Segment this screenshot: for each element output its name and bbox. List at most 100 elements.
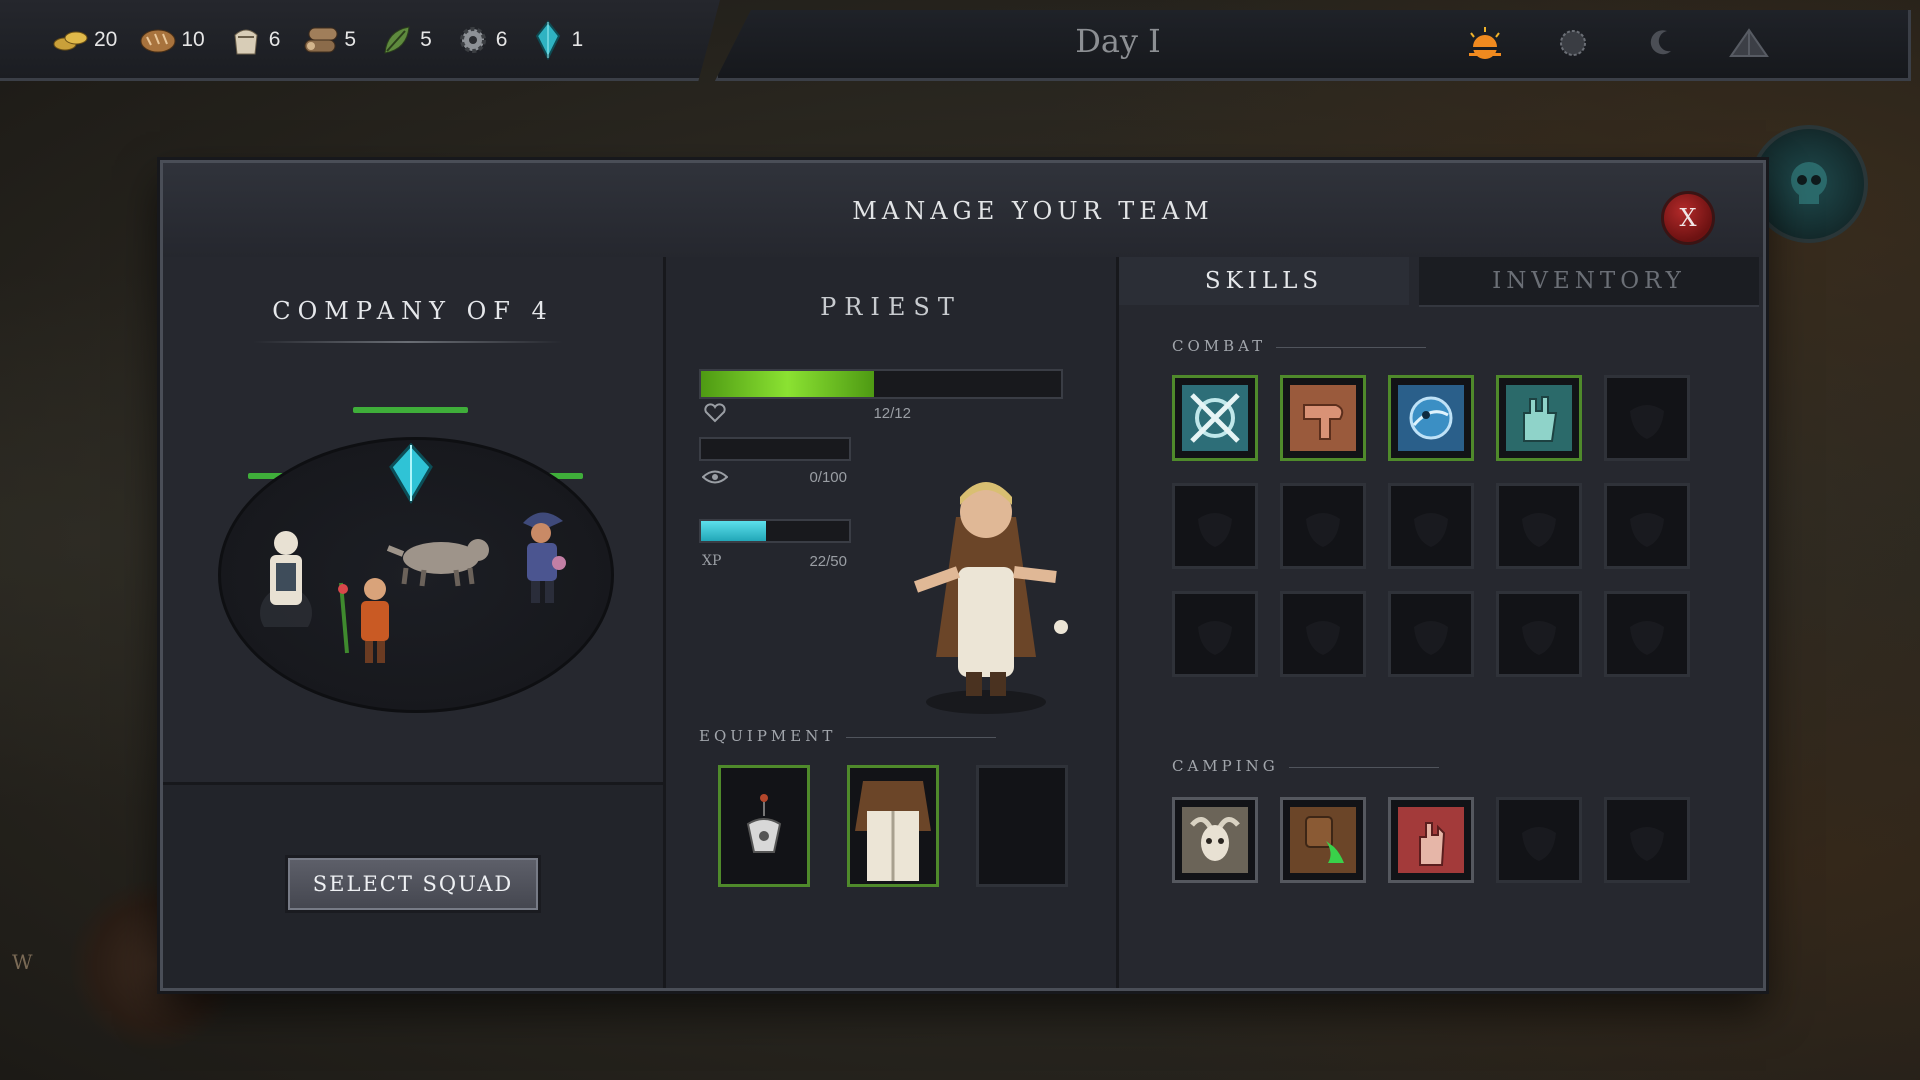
resource-value: 5 xyxy=(344,28,357,51)
equipment-slot-amulet[interactable] xyxy=(718,765,810,887)
empty-skill-slot[interactable] xyxy=(1172,591,1258,677)
empty-skill-slot[interactable] xyxy=(1280,591,1366,677)
section-divider xyxy=(1288,766,1439,768)
squad-actions: SELECT SQUAD xyxy=(163,782,663,988)
resource-gold: 20 xyxy=(50,20,117,60)
gold-coins-icon xyxy=(50,22,92,58)
tent-icon[interactable] xyxy=(1724,22,1774,64)
resource-crystal: 1 xyxy=(527,20,583,60)
heart-icon xyxy=(704,403,726,426)
tab-inventory[interactable]: INVENTORY xyxy=(1419,257,1759,307)
sunrise-icon[interactable] xyxy=(1460,22,1510,64)
resource-value: 20 xyxy=(94,28,118,51)
robe-icon xyxy=(850,768,936,884)
water-orb-icon xyxy=(1391,378,1471,458)
sun-icon[interactable] xyxy=(1548,22,1598,64)
awareness-value: 0/100 xyxy=(809,469,847,486)
empty-slot-icon xyxy=(1391,594,1471,674)
resource-value: 6 xyxy=(495,28,508,51)
empty-slot-icon xyxy=(1499,800,1579,880)
equipment-slot-robe[interactable] xyxy=(847,765,939,887)
skull-emblem-icon[interactable] xyxy=(1750,125,1868,243)
empty-slot-icon xyxy=(1607,800,1687,880)
empty-slot-icon xyxy=(1175,486,1255,566)
manage-team-panel: MANAGE YOUR TEAM X COMPANY OF 4 SELECT S… xyxy=(160,160,1766,991)
empty-skill-slot[interactable] xyxy=(1496,797,1582,883)
wood-logs-icon xyxy=(300,22,342,58)
squad-formation xyxy=(218,437,614,713)
xp-value: 22/50 xyxy=(809,553,847,570)
resource-value: 10 xyxy=(181,28,205,51)
empty-skill-slot[interactable] xyxy=(1604,797,1690,883)
amulet-icon xyxy=(721,768,807,884)
tab-skills[interactable]: SKILLS xyxy=(1119,257,1409,305)
xp-bar-track xyxy=(699,519,851,543)
resource-value: 5 xyxy=(420,28,432,51)
flour-sack-icon xyxy=(225,22,267,58)
empty-slot-icon xyxy=(1283,486,1363,566)
skill-slot[interactable] xyxy=(1496,375,1582,461)
skill-slot[interactable] xyxy=(1388,797,1474,883)
empty-slot-icon xyxy=(1607,378,1687,458)
eye-icon xyxy=(701,469,729,488)
rogue-unit[interactable] xyxy=(501,500,581,610)
empty-skill-slot[interactable] xyxy=(1604,375,1690,461)
xp-bar-fill xyxy=(701,521,767,541)
combat-label: COMBAT xyxy=(1172,337,1267,355)
pointing-hand-icon xyxy=(1283,378,1363,458)
skill-slot[interactable] xyxy=(1280,797,1366,883)
empty-skill-slot[interactable] xyxy=(1496,483,1582,569)
empty-skill-slot[interactable] xyxy=(1280,483,1366,569)
empty-slot-icon xyxy=(1607,486,1687,566)
skill-slot[interactable] xyxy=(1172,375,1258,461)
empty-slot-icon xyxy=(1175,594,1255,674)
herb-leaf-icon xyxy=(376,22,418,58)
resource-bread: 10 xyxy=(137,20,205,60)
equipment-slot-empty[interactable] xyxy=(976,765,1068,887)
skill-slot[interactable] xyxy=(1172,797,1258,883)
select-squad-button[interactable]: SELECT SQUAD xyxy=(285,855,541,913)
wolf-unit[interactable] xyxy=(386,515,496,595)
poison-potion-icon xyxy=(1283,800,1363,880)
equipment-label: EQUIPMENT xyxy=(699,727,837,745)
skill-slot[interactable] xyxy=(1388,375,1474,461)
empty-slot-icon xyxy=(1283,594,1363,674)
healing-hand-icon xyxy=(1499,378,1579,458)
resource-list: 20 10 6 5 5 6 1 xyxy=(50,20,603,60)
xp-label: XP xyxy=(702,553,722,569)
hero-column: PRIEST 12/12 0/100 XP 22/50 EQUIPMENT xyxy=(666,257,1119,988)
priest-unit[interactable] xyxy=(251,520,321,630)
company-column: COMPANY OF 4 SELECT SQUAD xyxy=(163,257,666,988)
unit-health-bar xyxy=(353,407,468,413)
empty-skill-slot[interactable] xyxy=(1388,591,1474,677)
close-button[interactable]: X xyxy=(1661,191,1715,245)
empty-skill-slot[interactable] xyxy=(1496,591,1582,677)
crystal-totem-unit[interactable] xyxy=(381,440,441,510)
health-bar-track xyxy=(699,369,1063,399)
section-divider xyxy=(846,736,997,738)
time-of-day-selector xyxy=(1460,22,1774,64)
empty-slot-icon xyxy=(1499,486,1579,566)
empty-slot-icon xyxy=(1499,594,1579,674)
moon-icon[interactable] xyxy=(1636,22,1686,64)
compass-west-label: W xyxy=(12,950,33,974)
crossed-swords-shield-icon xyxy=(1175,378,1255,458)
camping-section-label: CAMPING xyxy=(1172,757,1439,775)
resource-gears: 6 xyxy=(452,20,508,60)
resource-value: 1 xyxy=(571,28,584,51)
resource-wood: 5 xyxy=(300,20,356,60)
bread-icon xyxy=(137,22,179,58)
empty-skill-slot[interactable] xyxy=(1604,483,1690,569)
awareness-bar-track xyxy=(699,437,851,461)
hand-gesture-icon xyxy=(1391,800,1471,880)
gear-icon xyxy=(452,22,494,58)
equipment-section-label: EQUIPMENT xyxy=(699,727,997,745)
tab-bar: SKILLS INVENTORY xyxy=(1119,257,1763,307)
resource-value: 6 xyxy=(268,28,281,51)
panel-title: MANAGE YOUR TEAM xyxy=(852,197,1214,225)
empty-skill-slot[interactable] xyxy=(1388,483,1474,569)
empty-slot-icon xyxy=(1391,486,1471,566)
skill-slot[interactable] xyxy=(1280,375,1366,461)
empty-skill-slot[interactable] xyxy=(1604,591,1690,677)
empty-skill-slot[interactable] xyxy=(1172,483,1258,569)
